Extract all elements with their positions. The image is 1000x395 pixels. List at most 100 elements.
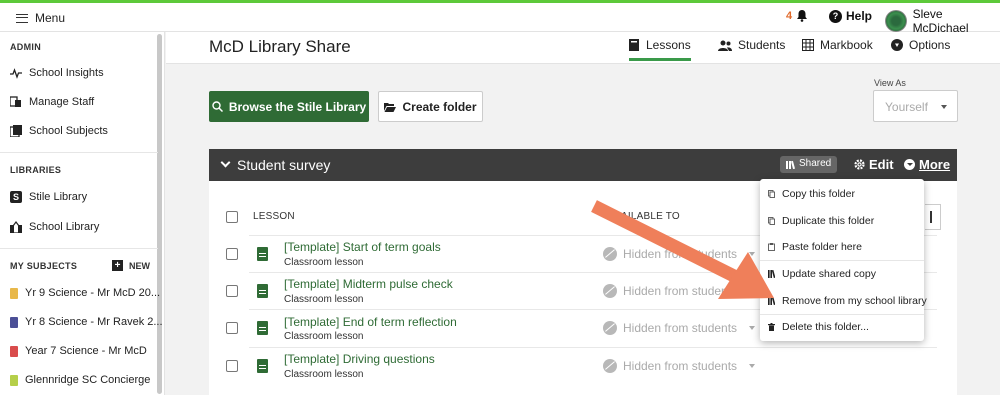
availability-select[interactable]: Hidden from students [603,321,756,335]
sidebar-item-school-subjects[interactable]: School Subjects [10,125,108,137]
view-as-select[interactable]: Yourself [873,90,958,122]
bell-icon [797,10,808,22]
select-all-checkbox[interactable] [226,211,238,223]
sidebar-item-school-insights[interactable]: School Insights [10,67,104,79]
sidebar-item-label: Year 7 Science - Mr McD [25,345,147,357]
new-label: NEW [129,260,150,271]
chevron-down-icon [749,252,756,256]
sidebar-item-manage-staff[interactable]: Manage Staff [10,96,94,108]
lesson-type: Classroom lesson [284,369,364,380]
menu-item-delete-folder[interactable]: Delete this folder... [768,321,869,333]
menu-item-label: Paste folder here [782,241,862,253]
tab-markbook[interactable]: Markbook [802,38,873,52]
menu-item-copy-folder[interactable]: Copy this folder [768,188,855,200]
document-icon [257,247,268,261]
divider [760,260,924,261]
availability-select[interactable]: Hidden from studen [603,284,728,298]
sidebar-item-stile-library[interactable]: S Stile Library [10,191,87,203]
paste-icon [768,243,775,251]
page-header: McD Library Share Lessons Students Markb… [166,32,1000,64]
view-as-label: View As [874,78,906,88]
sidebar-item-subject[interactable]: Year 7 Science - Mr McD [10,345,147,357]
more-label: More [919,157,951,172]
document-icon [257,359,268,373]
sidebar-item-subject[interactable]: Yr 8 Science - Mr Ravek 2... [10,316,163,328]
divider [760,314,924,315]
tab-students[interactable]: Students [718,38,785,52]
sidebar: ADMIN School Insights Manage Staff Schoo… [0,32,165,395]
menu-item-label: Duplicate this folder [782,215,875,227]
column-header-lesson: LESSON [253,211,295,222]
menu-item-label: Copy this folder [782,188,855,200]
menu-item-label: Update shared copy [782,268,876,280]
lesson-title-link[interactable]: [Template] End of term reflection [284,315,457,329]
hamburger-icon [16,13,28,23]
shared-label: Shared [799,158,832,169]
sidebar-item-subject[interactable]: Yr 9 Science - Mr McD 20... [10,287,160,299]
admin-heading: ADMIN [10,42,41,52]
school-building-icon [10,221,22,233]
library-icon [786,160,795,169]
menu-item-duplicate-folder[interactable]: Duplicate this folder [768,215,874,227]
notifications-button[interactable]: 4 [786,9,808,22]
user-name: Sleve McDichael [912,7,969,35]
menu-item-update-shared-copy[interactable]: Update shared copy [768,268,876,280]
edit-button[interactable]: Edit [854,157,894,172]
sidebar-item-subject[interactable]: Glennridge SC Concierge [10,374,150,386]
folder-open-icon [384,102,397,112]
availability-select[interactable]: Hidden from students [603,247,756,261]
menu-item-remove-from-school-library[interactable]: Remove from my school library [768,295,927,307]
eye-off-icon [603,321,617,335]
chevron-down-icon[interactable] [220,157,231,168]
sidebar-item-label: Manage Staff [29,96,95,108]
folder-header[interactable]: Student survey Shared Edit More [209,149,957,181]
divider [249,347,937,348]
library-icon [768,297,775,305]
subject-color-swatch [10,287,18,299]
lesson-title-link[interactable]: [Template] Driving questions [284,352,435,366]
menu-item-paste-folder[interactable]: Paste folder here [768,241,862,253]
row-checkbox[interactable] [226,360,238,372]
sidebar-item-label: School Subjects [29,125,108,137]
tab-label: Lessons [646,38,691,52]
row-checkbox[interactable] [226,248,238,260]
libraries-heading: LIBRARIES [10,165,62,175]
eye-off-icon [603,247,617,261]
browse-label: Browse the Stile Library [228,99,367,114]
create-folder-button[interactable]: Create folder [378,91,483,122]
subject-color-swatch [10,374,18,386]
availability-select[interactable]: Hidden from students [603,359,756,373]
sidebar-item-label: Yr 8 Science - Mr Ravek 2... [25,316,163,328]
lesson-title-link[interactable]: [Template] Midterm pulse check [284,277,453,291]
tab-label: Markbook [820,38,873,52]
subject-color-swatch [10,345,18,357]
book-stack-icon [10,125,22,137]
sidebar-scrollbar[interactable] [157,34,162,394]
page-title: McD Library Share [209,37,351,56]
menu-button[interactable]: Menu [16,11,65,25]
create-folder-label: Create folder [402,99,477,114]
tab-lessons[interactable]: Lessons [629,38,691,61]
tab-options[interactable]: Options [891,38,950,52]
browse-stile-library-button[interactable]: Browse the Stile Library [209,91,369,122]
help-button[interactable]: ? Help [829,9,872,23]
copy-icon [768,190,775,198]
sidebar-item-label: School Insights [29,67,104,79]
sidebar-item-school-library[interactable]: School Library [10,221,99,233]
new-subject-button[interactable]: + NEW [112,260,150,271]
more-button[interactable]: More [904,157,950,172]
search-icon [212,101,223,112]
lesson-title-link[interactable]: [Template] Start of term goals [284,240,441,254]
column-action-button[interactable] [925,204,941,230]
subject-color-swatch [10,316,18,328]
menu-label: Menu [35,11,66,25]
people-icon [718,40,732,51]
duplicate-icon [768,217,775,225]
view-as-value: Yourself [885,100,928,114]
user-menu[interactable]: Sleve McDichael [885,7,1000,35]
availability-label: Hidden from studen [623,284,728,298]
row-checkbox[interactable] [226,285,238,297]
chevron-down-icon [749,364,756,368]
notification-count: 4 [786,9,793,22]
row-checkbox[interactable] [226,322,238,334]
